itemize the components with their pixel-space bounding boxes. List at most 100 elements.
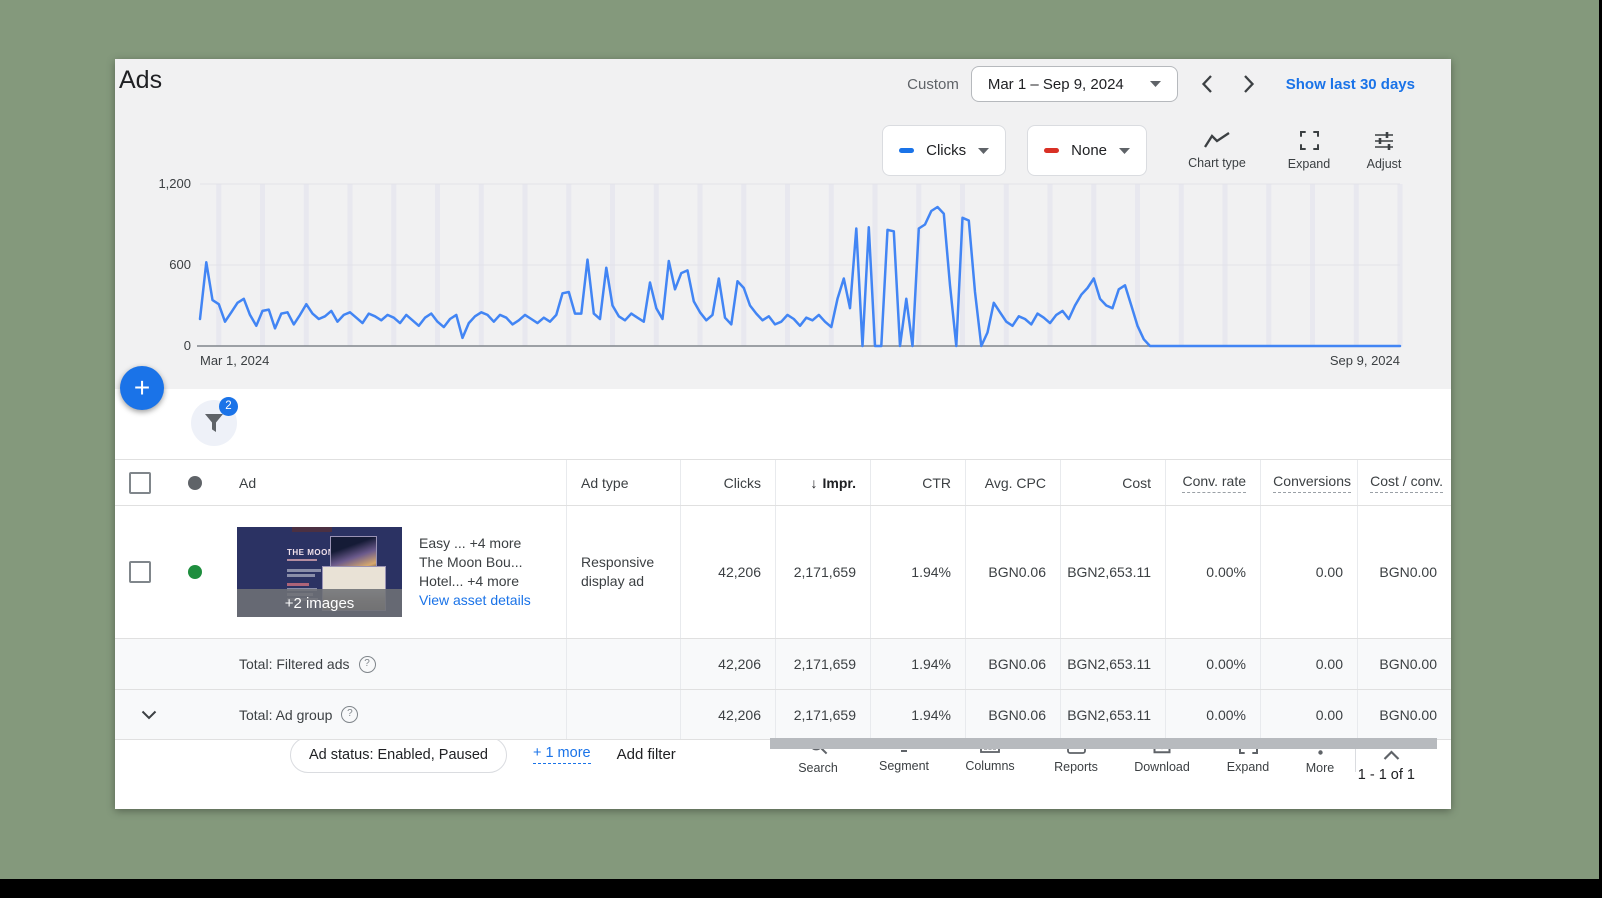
cost-per-conv-value: BGN0.00 <box>1357 506 1451 638</box>
y-tick-0: 0 <box>184 338 191 353</box>
clicks-value: 42,206 <box>680 506 775 638</box>
header-ad[interactable]: Ad <box>239 475 256 491</box>
help-icon[interactable]: ? <box>341 706 359 723</box>
header-conversions[interactable]: Conversions <box>1273 473 1351 493</box>
expand-label: Expand <box>1226 760 1270 774</box>
total-avg-cpc: BGN0.06 <box>965 639 1060 689</box>
total-conv-rate: 0.00% <box>1165 690 1260 739</box>
header-ad-type[interactable]: Ad type <box>581 475 628 491</box>
total-clicks: 42,206 <box>680 639 775 689</box>
total-filtered-ads-row: Total: Filtered ads ? 42,206 2,171,659 1… <box>115 639 1451 690</box>
total-ad-group-row: Total: Ad group ? 42,206 2,171,659 1.94%… <box>115 690 1451 740</box>
more-images-overlay: +2 images <box>237 589 402 617</box>
date-mode-label: Custom <box>907 75 959 93</box>
ad-status-filter-chip[interactable]: Ad status: Enabled, Paused <box>290 736 507 773</box>
more-label: More <box>1305 760 1335 775</box>
ad-thumbnail[interactable]: THE MOON +2 images <box>237 527 402 617</box>
cost-value: BGN2,653.11 <box>1060 506 1165 638</box>
collapse-toolbar-button[interactable] <box>1362 749 1420 761</box>
date-range-selector[interactable]: Mar 1 – Sep 9, 2024 <box>970 66 1178 102</box>
conv-rate-value: 0.00% <box>1165 506 1260 638</box>
google-ads-window: Ads Custom Mar 1 – Sep 9, 2024 Show last… <box>115 59 1451 809</box>
row-checkbox[interactable] <box>129 561 151 583</box>
total-ad-group-label: Total: Ad group <box>239 706 333 723</box>
y-tick-600: 600 <box>169 257 191 272</box>
clicks-series-line <box>198 205 1402 348</box>
header-conv-rate[interactable]: Conv. rate <box>1182 473 1246 493</box>
search-label: Search <box>798 760 838 775</box>
sliders-icon <box>1375 131 1393 150</box>
ads-table: Ad Ad type Clicks ↓ Impr. CTR Avg. CPC C… <box>115 460 1451 740</box>
total-cost-per-conv: BGN0.00 <box>1357 690 1451 739</box>
add-ad-fab[interactable]: + <box>120 366 164 410</box>
x-axis-start-label: Mar 1, 2024 <box>200 353 269 368</box>
chevron-down-icon <box>978 147 990 154</box>
metric-color-swatch-red <box>1044 148 1060 153</box>
expand-chart-button[interactable]: Expand <box>1265 130 1353 172</box>
previous-period-button[interactable] <box>1200 74 1213 94</box>
total-impressions: 2,171,659 <box>775 690 870 739</box>
ad-headline-2: The Moon Bou... <box>419 554 523 570</box>
impressions-value: 2,171,659 <box>775 506 870 638</box>
total-ctr: 1.94% <box>870 639 965 689</box>
line-chart-icon <box>1204 132 1230 148</box>
chevron-up-icon <box>1383 749 1399 760</box>
ad-type-value: Responsive display ad <box>581 554 655 589</box>
chart-type-button[interactable]: Chart type <box>1169 130 1265 171</box>
avg-cpc-value: BGN0.06 <box>965 506 1060 638</box>
header-clicks[interactable]: Clicks <box>724 475 761 491</box>
ad-headline-3: Hotel... +4 more <box>419 573 519 589</box>
chevron-left-icon <box>1201 75 1212 93</box>
total-conversions: 0.00 <box>1260 639 1357 689</box>
ctr-value: 1.94% <box>870 506 965 638</box>
adjust-chart-button[interactable]: Adjust <box>1353 130 1415 172</box>
filter-funnel-button[interactable]: 2 <box>191 397 238 446</box>
view-asset-details-link[interactable]: View asset details <box>419 591 531 610</box>
total-avg-cpc: BGN0.06 <box>965 690 1060 739</box>
next-period-button[interactable] <box>1243 74 1256 94</box>
chart-section: Ads Custom Mar 1 – Sep 9, 2024 Show last… <box>115 59 1451 389</box>
segment-label: Segment <box>878 758 930 773</box>
total-clicks: 42,206 <box>680 690 775 739</box>
expand-row-chevron[interactable] <box>141 710 157 720</box>
total-conversions: 0.00 <box>1260 690 1357 739</box>
show-last-30-days-link[interactable]: Show last 30 days <box>1286 76 1415 93</box>
primary-metric-label: Clicks <box>926 142 967 159</box>
expand-icon <box>1299 130 1319 150</box>
chevron-down-icon <box>1149 81 1161 87</box>
header-cost-per-conv[interactable]: Cost / conv. <box>1370 473 1443 493</box>
chart-controls: Clicks None Chart type Expand Adjust <box>861 125 1415 176</box>
secondary-metric-label: None <box>1071 142 1107 159</box>
total-cost-per-conv: BGN0.00 <box>1357 639 1451 689</box>
date-range-value: Mar 1 – Sep 9, 2024 <box>987 75 1124 93</box>
status-column-icon <box>188 475 202 490</box>
total-filtered-label: Total: Filtered ads <box>239 656 350 672</box>
more-filters-link[interactable]: + 1 more <box>532 745 591 764</box>
table-toolbar: Ad status: Enabled, Paused + 1 more Add … <box>115 389 1451 775</box>
date-range-bar: Custom Mar 1 – Sep 9, 2024 Show last 30 … <box>907 65 1415 103</box>
header-avg-cpc[interactable]: Avg. CPC <box>985 475 1046 491</box>
total-conv-rate: 0.00% <box>1165 639 1260 689</box>
y-tick-1200: 1,200 <box>158 176 191 191</box>
sort-descending-arrow: ↓ <box>810 474 818 491</box>
ad-headline-1: Easy ... +4 more <box>419 535 522 551</box>
add-filter-button[interactable]: Add filter <box>617 746 676 763</box>
help-icon[interactable]: ? <box>358 655 376 673</box>
horizontal-scrollbar[interactable] <box>770 738 1437 749</box>
pagination-label: 1 - 1 of 1 <box>1357 767 1415 783</box>
enabled-status-dot[interactable] <box>188 565 202 579</box>
reports-label: Reports <box>1054 760 1098 774</box>
select-all-checkbox[interactable] <box>129 471 151 494</box>
chevron-down-icon <box>141 710 157 719</box>
header-impressions[interactable]: Impr. <box>823 475 856 491</box>
metric-color-swatch-blue <box>899 148 915 153</box>
adjust-label: Adjust <box>1366 156 1402 171</box>
header-ctr[interactable]: CTR <box>922 475 951 491</box>
filter-count-badge: 2 <box>219 397 238 416</box>
primary-metric-selector[interactable]: Clicks <box>882 125 1007 176</box>
page-title: Ads <box>119 66 163 94</box>
x-axis-end-label: Sep 9, 2024 <box>1330 353 1400 368</box>
table-header-row: Ad Ad type Clicks ↓ Impr. CTR Avg. CPC C… <box>115 460 1451 506</box>
header-cost[interactable]: Cost <box>1122 475 1151 491</box>
secondary-metric-selector[interactable]: None <box>1027 125 1147 176</box>
